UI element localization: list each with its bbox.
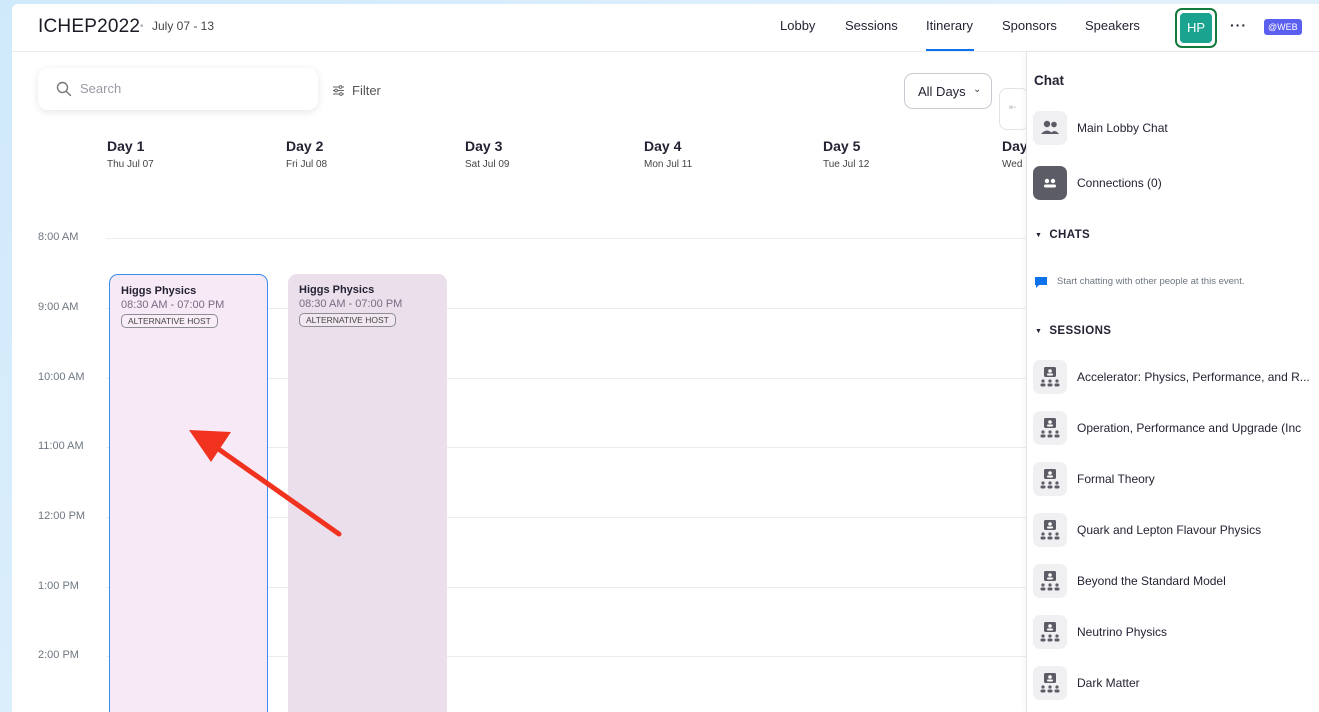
chat-bubble-icon — [1035, 277, 1047, 288]
chats-empty-text: Start chatting with other people at this… — [1057, 276, 1245, 287]
search-input[interactable]: Search — [38, 68, 318, 110]
nav-speakers[interactable]: Speakers — [1085, 18, 1140, 33]
hour-gridline — [106, 238, 1026, 239]
time-label: 9:00 AM — [38, 301, 79, 313]
day-name: Day 2 — [286, 138, 324, 154]
connections-icon — [1033, 166, 1067, 200]
chat-panel-title: Chat — [1034, 73, 1064, 88]
profile-button[interactable]: HP — [1175, 8, 1217, 48]
day-header: Day 5 Tue Jul 12 — [823, 138, 869, 170]
session-title: Higgs Physics — [299, 284, 375, 296]
session-chat-label: Formal Theory — [1077, 472, 1155, 486]
chat-panel: Chat Main Lobby Chat Connections (0) ▼ C… — [1026, 52, 1319, 712]
session-chat-item[interactable]: Operation, Performance and Upgrade (Inc — [1033, 411, 1319, 445]
day-name: Day 3 — [465, 138, 503, 154]
event-title: ICHEP2022 — [38, 16, 141, 37]
people-icon — [1033, 111, 1067, 145]
time-label: 10:00 AM — [38, 371, 85, 383]
filter-label: Filter — [352, 83, 381, 98]
sessions-section-toggle[interactable]: ▼ SESSIONS — [1035, 325, 1111, 337]
collapse-arrow-icon: ⇤ — [1009, 102, 1017, 112]
chats-heading: CHATS — [1049, 229, 1091, 241]
day-date: Sat Jul 09 — [465, 159, 510, 170]
filter-icon — [333, 85, 344, 96]
search-icon — [56, 81, 72, 97]
time-label: 1:00 PM — [38, 580, 79, 592]
session-chat-label: Accelerator: Physics, Performance, and R… — [1077, 370, 1310, 384]
presenter-icon — [1033, 462, 1067, 496]
web-badge: @WEB — [1264, 19, 1302, 35]
chevron-down-icon: ⌄ — [973, 84, 982, 95]
connections-label: Connections (0) — [1077, 176, 1162, 190]
time-label: 2:00 PM — [38, 649, 79, 661]
day-select[interactable]: All Days ⌄ — [904, 73, 992, 109]
day-date: Thu Jul 07 — [107, 159, 154, 170]
session-title: Higgs Physics — [121, 285, 197, 297]
top-header: ICHEP2022 • July 07 - 13 Lobby Sessions … — [12, 4, 1319, 52]
nav-itinerary[interactable]: Itinerary — [926, 18, 973, 33]
nav-sponsors[interactable]: Sponsors — [1002, 18, 1057, 33]
session-chat-item[interactable]: Formal Theory — [1033, 462, 1319, 496]
main-lobby-chat-label: Main Lobby Chat — [1077, 121, 1168, 135]
sessions-heading: SESSIONS — [1049, 325, 1112, 337]
day-date: Fri Jul 08 — [286, 159, 328, 170]
day-select-value: All Days — [918, 84, 966, 99]
session-chat-label: Quark and Lepton Flavour Physics — [1077, 523, 1262, 537]
presenter-icon — [1033, 615, 1067, 649]
day-date: Wed — [1002, 159, 1023, 170]
caret-down-icon: ▼ — [1035, 328, 1043, 335]
session-chat-label: Dark Matter — [1077, 676, 1140, 690]
connections-item[interactable]: Connections (0) — [1033, 166, 1319, 200]
app-window: ICHEP2022 • July 07 - 13 Lobby Sessions … — [12, 4, 1319, 712]
session-chat-label: Beyond the Standard Model — [1077, 574, 1226, 588]
session-chat-item[interactable]: Dark Matter — [1033, 666, 1319, 700]
day-date: Mon Jul 11 — [644, 159, 693, 170]
event-dates: July 07 - 13 — [152, 19, 215, 33]
day-header: Day 2 Fri Jul 08 — [286, 138, 327, 170]
role-badge: ALTERNATIVE HOST — [121, 314, 218, 328]
session-chat-item[interactable]: Quark and Lepton Flavour Physics — [1033, 513, 1319, 547]
day-header: Day 1 Thu Jul 07 — [107, 138, 154, 170]
role-badge: ALTERNATIVE HOST — [299, 313, 396, 327]
day-name: Day 4 — [644, 138, 682, 154]
session-chat-item[interactable]: Neutrino Physics — [1033, 615, 1319, 649]
presenter-icon — [1033, 360, 1067, 394]
session-chat-label: Operation, Performance and Upgrade (Inc — [1077, 421, 1302, 435]
active-tab-indicator — [926, 49, 974, 51]
day-header: Day Wed — [1002, 138, 1028, 170]
caret-down-icon: ▼ — [1035, 232, 1043, 239]
session-chat-label: Neutrino Physics — [1077, 625, 1168, 639]
session-time: 08:30 AM - 07:00 PM — [299, 298, 403, 310]
presenter-icon — [1033, 411, 1067, 445]
day-header: Day 3 Sat Jul 09 — [465, 138, 509, 170]
session-chat-item[interactable]: Accelerator: Physics, Performance, and R… — [1033, 360, 1319, 394]
nav-sessions[interactable]: Sessions — [845, 18, 898, 33]
avatar: HP — [1180, 13, 1212, 43]
main-lobby-chat-item[interactable]: Main Lobby Chat — [1033, 111, 1319, 145]
nav-lobby[interactable]: Lobby — [780, 18, 815, 33]
collapse-panel-button[interactable]: ⇤ — [999, 88, 1029, 130]
more-options-icon[interactable]: ··· — [1230, 17, 1247, 33]
title-separator: • — [140, 21, 144, 32]
session-time: 08:30 AM - 07:00 PM — [121, 299, 225, 311]
chats-section-toggle[interactable]: ▼ CHATS — [1035, 229, 1090, 241]
search-placeholder: Search — [80, 81, 122, 96]
presenter-icon — [1033, 513, 1067, 547]
day-name: Day — [1002, 138, 1028, 154]
time-label: 12:00 PM — [38, 510, 86, 522]
time-label: 8:00 AM — [38, 231, 79, 243]
presenter-icon — [1033, 666, 1067, 700]
session-chat-item[interactable]: Beyond the Standard Model — [1033, 564, 1319, 598]
presenter-icon — [1033, 564, 1067, 598]
day-name: Day 5 — [823, 138, 861, 154]
day-date: Tue Jul 12 — [823, 159, 870, 170]
time-label: 11:00 AM — [38, 440, 84, 452]
day-name: Day 1 — [107, 138, 145, 154]
day-header: Day 4 Mon Jul 11 — [644, 138, 692, 170]
annotation-arrow — [189, 430, 342, 537]
